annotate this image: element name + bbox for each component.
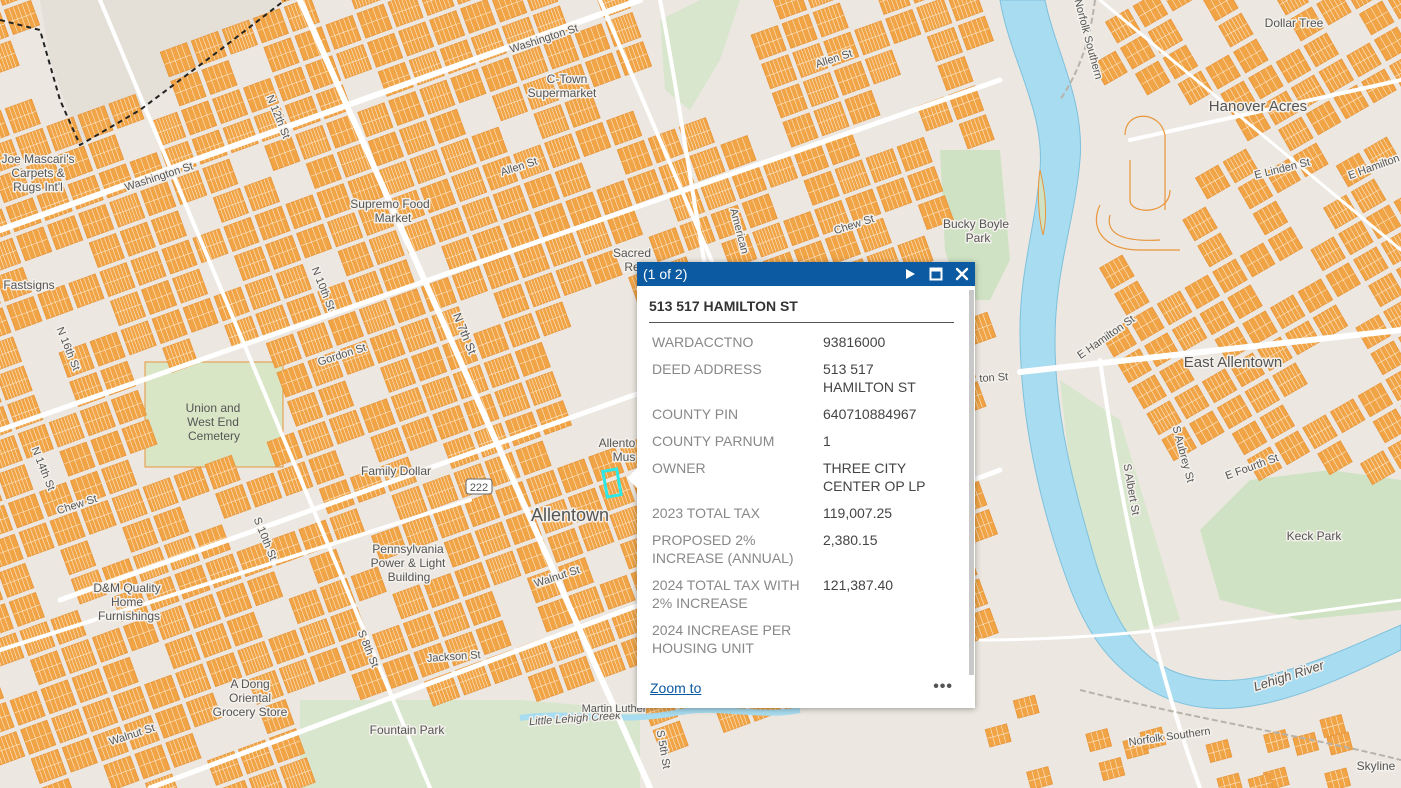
play-icon[interactable] — [901, 265, 919, 283]
popup-body[interactable]: 513 517 HAMILTON ST WARDACCTNO 93816000 DE… — [637, 286, 968, 668]
poi-adong-1: A Dong — [230, 677, 269, 691]
poi-ctown-1: C-Town — [547, 72, 588, 86]
place-allentown: Allentown — [531, 505, 609, 525]
attribute-row: DEED ADDRESS 513 517 HAMILTON ST — [649, 360, 959, 405]
place-hanover-acres: Hanover Acres — [1209, 98, 1307, 115]
poi-fastsigns: Fastsigns — [3, 278, 54, 292]
attribute-row: OWNER THREE CITY CENTER OP LP — [649, 459, 959, 504]
cemetery-label-2: West End — [187, 415, 239, 429]
attribute-value: 93816000 — [823, 334, 886, 350]
more-actions-icon[interactable]: ••• — [933, 678, 953, 696]
attribute-key: COUNTY PARNUM — [652, 433, 775, 449]
park-keck-label: Keck Park — [1287, 529, 1343, 543]
poi-ppl-3: Building — [388, 570, 431, 584]
popup-title: 513 517 HAMILTON ST — [649, 298, 954, 323]
attribute-row: 2023 TOTAL TAX 119,007.25 — [649, 504, 959, 531]
poi-supremo-1: Supremo Food — [350, 197, 429, 211]
attribute-key: WARDACCTNO — [652, 334, 754, 350]
poi-sacred-1: Sacred — [613, 246, 651, 260]
attribute-row: COUNTY PIN 640710884967 — [649, 405, 959, 432]
attribute-value: 2,380.15 — [823, 532, 878, 548]
park-bucky-boyle-label-2: Park — [966, 231, 992, 245]
close-icon[interactable] — [953, 265, 971, 283]
attribute-key: 2023 TOTAL TAX — [652, 505, 760, 521]
attribute-value: 1 — [823, 433, 831, 449]
poi-mascaris-1: Joe Mascari's — [2, 152, 75, 166]
park-bucky-boyle-label-1: Bucky Boyle — [943, 217, 1009, 231]
place-east-allentown: East Allentown — [1184, 354, 1282, 371]
attribute-key: OWNER — [652, 460, 706, 476]
attribute-value: 121,387.40 — [823, 577, 894, 593]
popup-pointer — [627, 468, 637, 488]
attribute-key: COUNTY PIN — [652, 406, 739, 422]
poi-ppl-2: Power & Light — [371, 556, 446, 570]
attribute-value: 640710884967 — [823, 406, 917, 422]
poi-adong-2: Oriental — [229, 691, 271, 705]
attribute-value: 513 517 HAMILTON ST — [823, 361, 916, 395]
cemetery-label-1: Union and — [186, 401, 241, 415]
attribute-key: PROPOSED 2% INCREASE (ANNUAL) — [652, 532, 794, 566]
svg-text:222: 222 — [470, 482, 488, 494]
attribute-value: THREE CITY CENTER OP LP — [823, 460, 926, 494]
attribute-value — [820, 621, 959, 666]
poi-dm-1: D&M Quality — [93, 581, 160, 595]
attribute-key: 2024 INCREASE PER HOUSING UNIT — [652, 622, 792, 656]
poi-family-dollar: Family Dollar — [361, 464, 431, 478]
attribute-key: DEED ADDRESS — [652, 361, 762, 377]
poi-skyline: Skyline — [1357, 759, 1396, 773]
poi-museum-2: Mus — [613, 450, 636, 464]
zoom-to-link[interactable]: Zoom to — [650, 680, 701, 696]
attribute-row: 2024 TOTAL TAX WITH 2% INCREASE 121,387.40 — [649, 576, 959, 621]
park-fountain-label: Fountain Park — [370, 723, 446, 737]
poi-supremo-2: Market — [375, 211, 412, 225]
attribute-row: 2024 INCREASE PER HOUSING UNIT — [649, 621, 959, 666]
maximize-icon[interactable] — [927, 265, 945, 283]
poi-ctown-2: Supermarket — [528, 86, 597, 100]
attribute-row: PROPOSED 2% INCREASE (ANNUAL) 2,380.15 — [649, 531, 959, 576]
popup-scrollbar[interactable] — [969, 290, 974, 675]
poi-museum-1: Allento — [599, 436, 636, 450]
feature-popup: (1 of 2) 513 517 HAMILTON ST WARDACCTNO 9… — [627, 262, 975, 708]
poi-dollar-tree: Dollar Tree — [1265, 16, 1324, 30]
poi-mascaris-3: Rugs Int'l — [13, 180, 63, 194]
attribute-row: WARDACCTNO 93816000 — [649, 333, 959, 360]
street-hamilton-bridge: ton St — [979, 371, 1009, 385]
cemetery-label-3: Cemetery — [188, 429, 240, 443]
poi-dm-2: Home — [111, 595, 143, 609]
popup-header: (1 of 2) — [637, 262, 975, 286]
attribute-table: WARDACCTNO 93816000 DEED ADDRESS 513 517 HAM… — [649, 333, 959, 666]
poi-ppl-1: Pennsylvania — [372, 542, 444, 556]
popup-footer: Zoom to ••• — [637, 668, 975, 708]
attribute-value: 119,007.25 — [823, 505, 893, 521]
attribute-row: COUNTY PARNUM 1 — [649, 432, 959, 459]
poi-dm-3: Furnishings — [98, 609, 160, 623]
poi-adong-3: Grocery Store — [213, 705, 288, 719]
route-222-shield: 222 — [465, 478, 493, 495]
poi-mascaris-2: Carpets & — [11, 166, 64, 180]
attribute-key: 2024 TOTAL TAX WITH 2% INCREASE — [652, 577, 800, 611]
popup-feature-count: (1 of 2) — [643, 266, 688, 282]
